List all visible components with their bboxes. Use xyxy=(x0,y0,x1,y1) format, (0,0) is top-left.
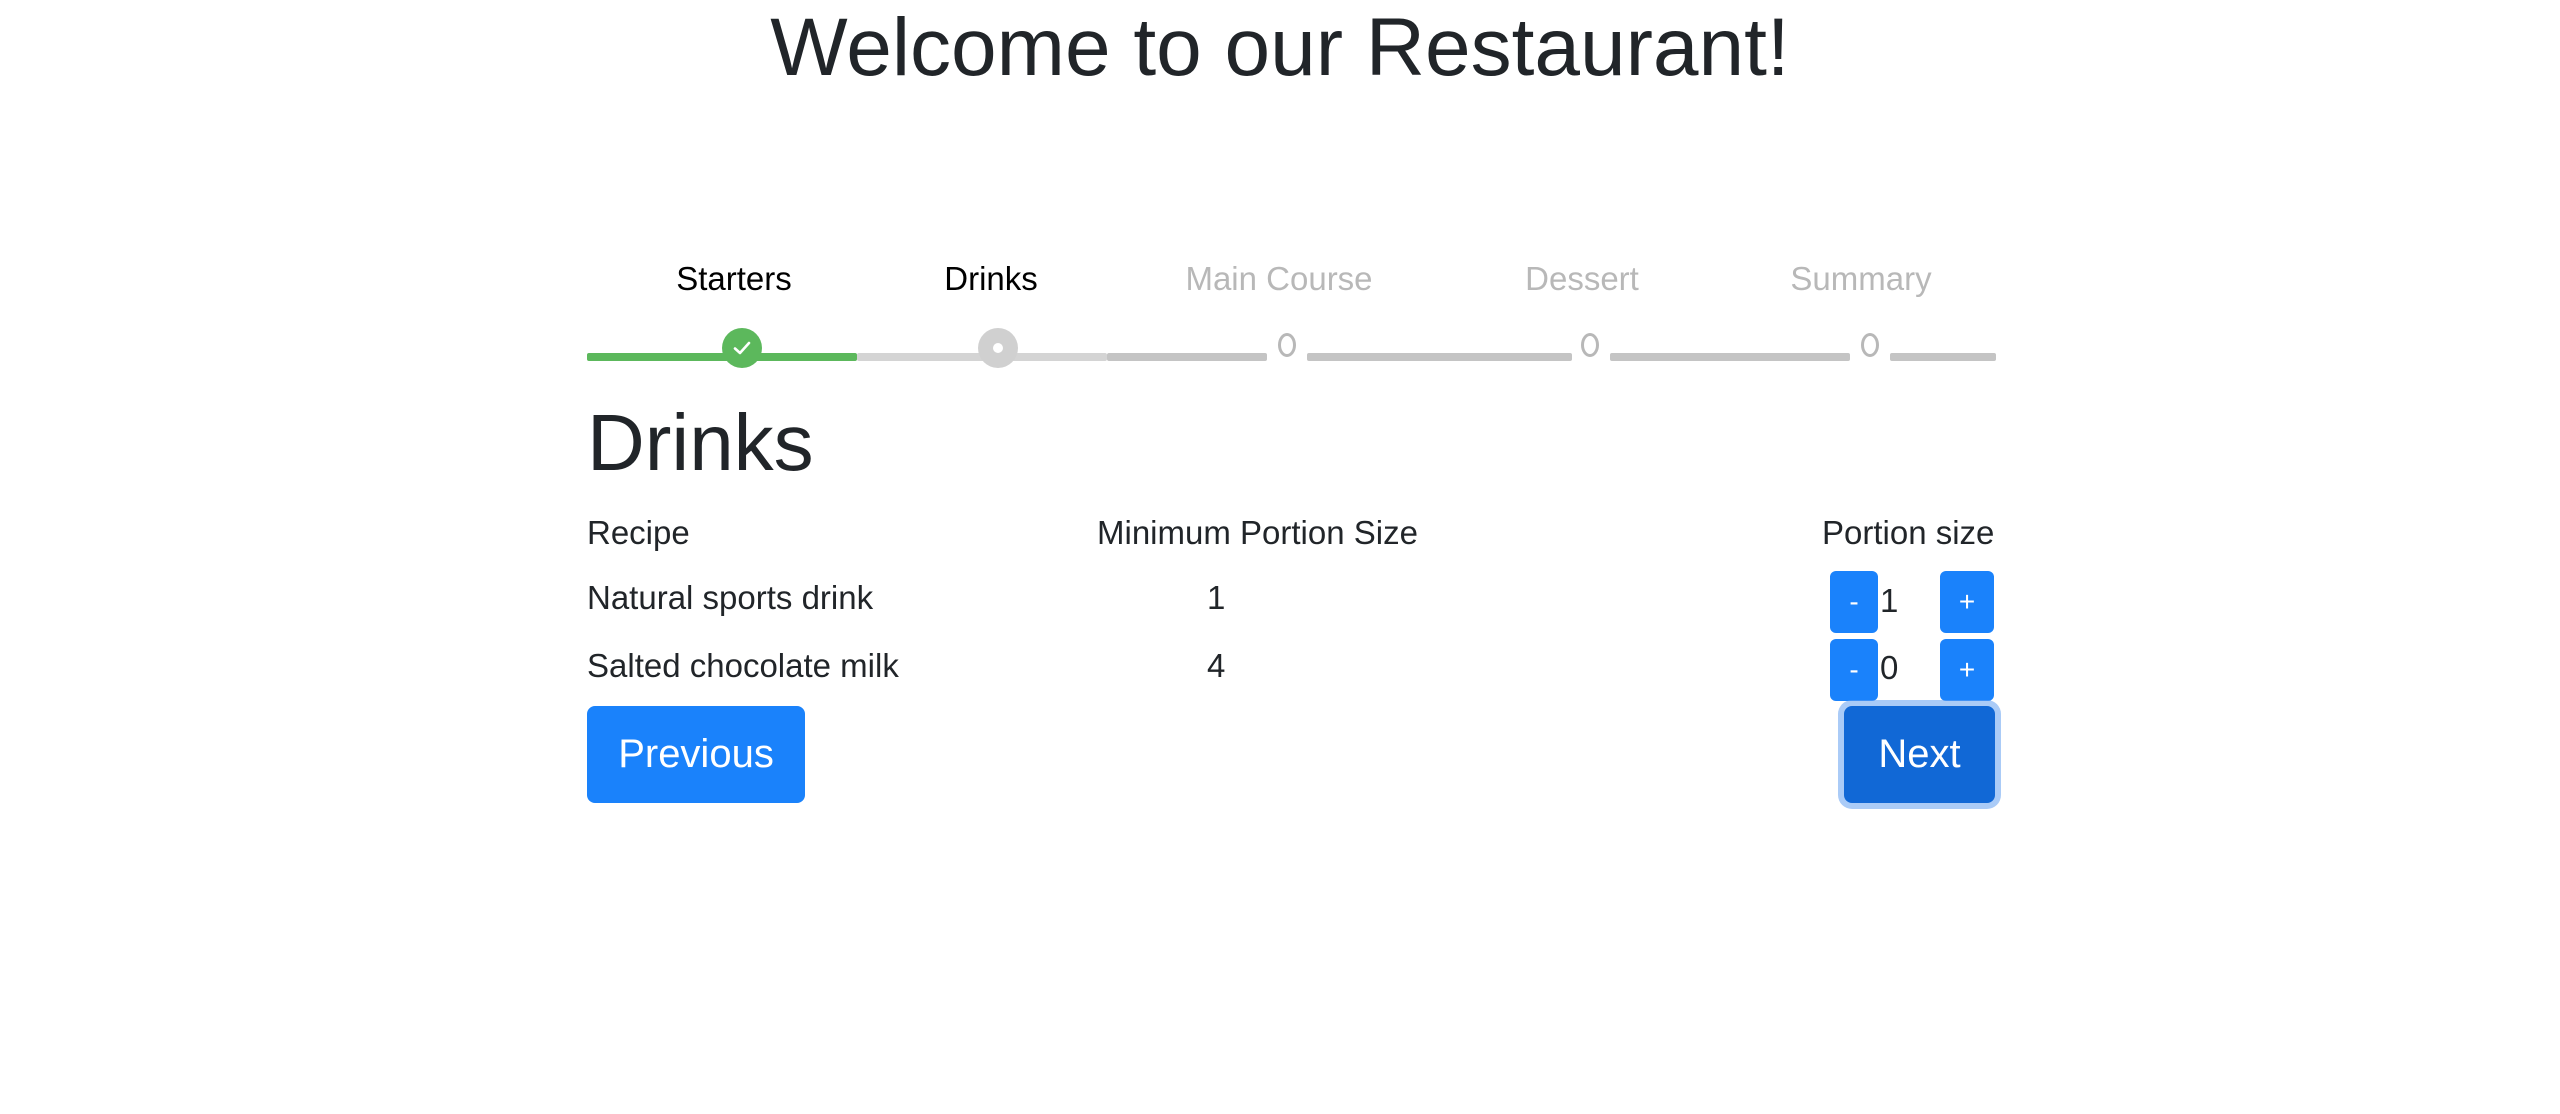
step-node-dessert xyxy=(1581,333,1599,357)
step-wizard: Starters Drinks Main Course Dessert Summ… xyxy=(587,250,1996,370)
step-label-dessert: Dessert xyxy=(1525,260,1639,297)
step-node-starters[interactable] xyxy=(722,328,762,368)
column-header-recipe: Recipe xyxy=(587,514,690,551)
decrement-button[interactable]: - xyxy=(1830,639,1878,701)
recipe-name: Salted chocolate milk xyxy=(587,647,899,684)
column-header-minimum-portion: Minimum Portion Size xyxy=(1097,514,1418,551)
minimum-portion-value: 4 xyxy=(1207,647,1226,684)
portion-quantity: 0 xyxy=(1880,649,1899,686)
increment-button[interactable]: + xyxy=(1940,571,1994,633)
section-title: Drinks xyxy=(587,398,814,487)
page-title: Welcome to our Restaurant! xyxy=(770,2,1790,93)
progress-track-segment xyxy=(1610,353,1850,361)
decrement-button[interactable]: - xyxy=(1830,571,1878,633)
step-node-summary xyxy=(1861,333,1879,357)
checkmark-icon xyxy=(733,341,751,355)
minimum-portion-value: 1 xyxy=(1207,579,1226,616)
current-step-dot-icon xyxy=(993,343,1003,353)
step-node-drinks[interactable] xyxy=(978,328,1018,368)
portion-quantity: 1 xyxy=(1880,582,1899,619)
progress-track-segment xyxy=(1107,353,1267,361)
recipe-name: Natural sports drink xyxy=(587,579,874,616)
step-label-starters[interactable]: Starters xyxy=(676,260,792,298)
step-label-main-course: Main Course xyxy=(1185,260,1373,297)
step-label-summary: Summary xyxy=(1790,260,1932,297)
next-button[interactable]: Next xyxy=(1844,706,1995,803)
progress-track-segment xyxy=(1307,353,1572,361)
increment-button[interactable]: + xyxy=(1940,639,1994,701)
column-header-portion-size: Portion size xyxy=(1822,514,1995,551)
progress-track-segment xyxy=(1890,353,1996,361)
previous-button[interactable]: Previous xyxy=(587,706,805,803)
step-node-main-course xyxy=(1278,333,1296,357)
step-label-drinks[interactable]: Drinks xyxy=(944,260,1038,298)
